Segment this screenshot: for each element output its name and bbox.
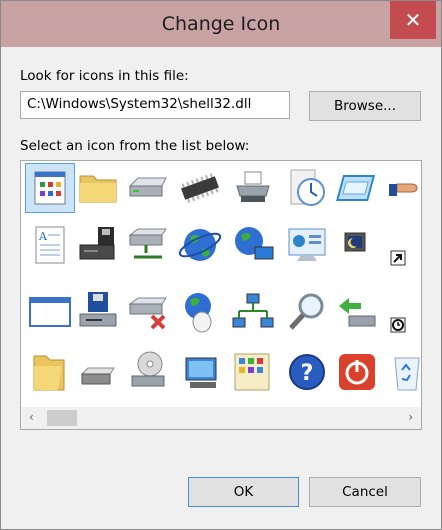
look-for-label: Look for icons in this file: (20, 68, 189, 84)
cancel-button[interactable]: Cancel (309, 477, 421, 507)
globe-computer-icon[interactable] (229, 221, 277, 269)
title-bar: Change Icon ✕ (1, 1, 441, 47)
computer-icon[interactable] (176, 348, 224, 396)
window-blank-icon[interactable] (26, 288, 74, 336)
printer-icon[interactable] (229, 164, 277, 212)
control-panel-icon[interactable] (283, 221, 331, 269)
browse-button[interactable]: Browse... (309, 91, 421, 121)
file-path-input[interactable]: C:\Windows\System32\shell32.dll (20, 91, 290, 119)
select-icon-label: Select an icon from the list below: (20, 138, 250, 154)
document-text-icon[interactable]: A (26, 221, 74, 269)
recycle-bin-icon[interactable] (383, 348, 422, 396)
power-icon[interactable] (333, 348, 381, 396)
monitor-moon-icon[interactable] (333, 221, 381, 269)
close-button[interactable]: ✕ (390, 1, 436, 39)
magnifier-icon[interactable] (283, 288, 331, 336)
hard-drive-icon[interactable] (74, 348, 122, 396)
svg-text:A: A (38, 230, 48, 243)
horizontal-scrollbar[interactable]: ‹ › (21, 407, 421, 429)
dialog-title: Change Icon (161, 13, 281, 35)
cd-drive-icon[interactable] (124, 348, 172, 396)
window-app-icon[interactable] (26, 164, 74, 212)
icon-list[interactable]: A ? ‹ › (20, 160, 422, 430)
folder-icon[interactable] (74, 164, 122, 212)
scroll-right-arrow[interactable]: › (408, 410, 413, 424)
arrow-drive-icon[interactable] (333, 288, 381, 336)
network-computers-icon[interactable] (229, 288, 277, 336)
globe-icon[interactable] (176, 221, 224, 269)
scroll-left-arrow[interactable]: ‹ (29, 410, 34, 424)
floppy-shortcut-icon[interactable] (74, 221, 122, 269)
network-drive-disconnect-icon[interactable] (124, 288, 172, 336)
floppy-drive-icon[interactable] (74, 288, 122, 336)
change-icon-dialog: Change Icon ✕ Look for icons in this fil… (0, 0, 442, 530)
window-frame-icon[interactable] (333, 164, 381, 212)
scroll-thumb[interactable] (47, 410, 77, 426)
drive-icon[interactable] (124, 164, 172, 212)
hand-share-icon[interactable] (383, 164, 422, 212)
clock-badge-icon[interactable] (383, 288, 422, 336)
ok-button[interactable]: OK (188, 477, 299, 507)
svg-text:?: ? (301, 361, 314, 386)
shortcut-arrow-icon[interactable] (383, 221, 422, 269)
network-drive-icon[interactable] (124, 221, 172, 269)
memory-chip-icon[interactable] (176, 164, 224, 212)
clock-document-icon[interactable] (283, 164, 331, 212)
control-panel-list-icon[interactable] (229, 348, 277, 396)
folder-open-icon[interactable] (26, 348, 74, 396)
globe-mouse-icon[interactable] (176, 288, 224, 336)
help-icon[interactable]: ? (283, 348, 331, 396)
